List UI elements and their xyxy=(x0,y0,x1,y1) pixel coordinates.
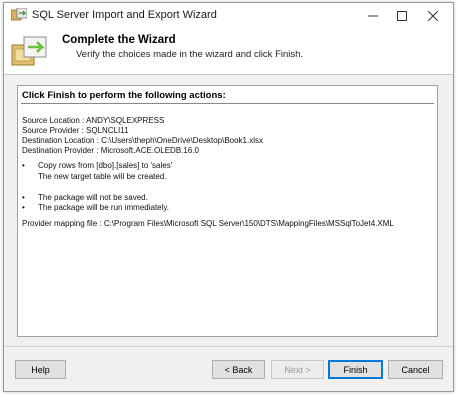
source-provider: Source Provider : SQLNCLI11 xyxy=(22,126,129,135)
wizard-window: SQL Server Import and Export Wizard Comp… xyxy=(3,2,454,392)
wizard-header: Complete the Wizard Verify the choices m… xyxy=(4,28,453,75)
not-saved-text: The package will not be saved. xyxy=(38,193,148,202)
bullet-marker: • xyxy=(22,161,25,170)
destination-provider: Destination Provider : Microsoft.ACE.OLE… xyxy=(22,146,199,155)
page-subtitle: Verify the choices made in the wizard an… xyxy=(76,49,304,60)
page-title: Complete the Wizard xyxy=(62,34,176,46)
run-immediately-text: The package will be run immediately. xyxy=(38,203,170,212)
help-button[interactable]: Help xyxy=(15,360,66,379)
destination-location: Destination Location : C:\Users\theph\On… xyxy=(22,136,264,145)
window-title: SQL Server Import and Export Wizard xyxy=(32,9,217,21)
summary-panel[interactable]: Click Finish to perform the following ac… xyxy=(17,85,438,337)
close-button[interactable] xyxy=(418,3,448,28)
maximize-button[interactable] xyxy=(387,3,417,28)
summary-divider xyxy=(21,103,434,104)
source-location: Source Location : ANDY\SQLEXPRESS xyxy=(22,116,165,125)
maximize-icon xyxy=(397,10,407,21)
close-icon xyxy=(428,10,438,21)
minimize-button[interactable] xyxy=(358,3,388,28)
copy-rows-text: Copy rows from [dbo].[sales] to 'sales' xyxy=(38,161,173,170)
mapping-file: Provider mapping file : C:\Program Files… xyxy=(22,219,394,228)
bullet-marker: • xyxy=(22,193,25,202)
wizard-page-icon xyxy=(11,36,47,66)
summary-heading: Click Finish to perform the following ac… xyxy=(22,90,226,101)
new-table-text: The new target table will be created. xyxy=(38,172,167,181)
finish-button[interactable]: Finish xyxy=(328,360,383,379)
back-button[interactable]: < Back xyxy=(212,360,265,379)
minimize-icon xyxy=(368,15,378,16)
next-button[interactable]: Next > xyxy=(271,360,324,379)
title-bar[interactable]: SQL Server Import and Export Wizard xyxy=(4,3,453,28)
button-bar-divider xyxy=(4,346,453,347)
bullet-marker: • xyxy=(22,203,25,212)
cancel-button[interactable]: Cancel xyxy=(388,360,443,379)
sql-server-wizard-icon xyxy=(11,8,27,21)
